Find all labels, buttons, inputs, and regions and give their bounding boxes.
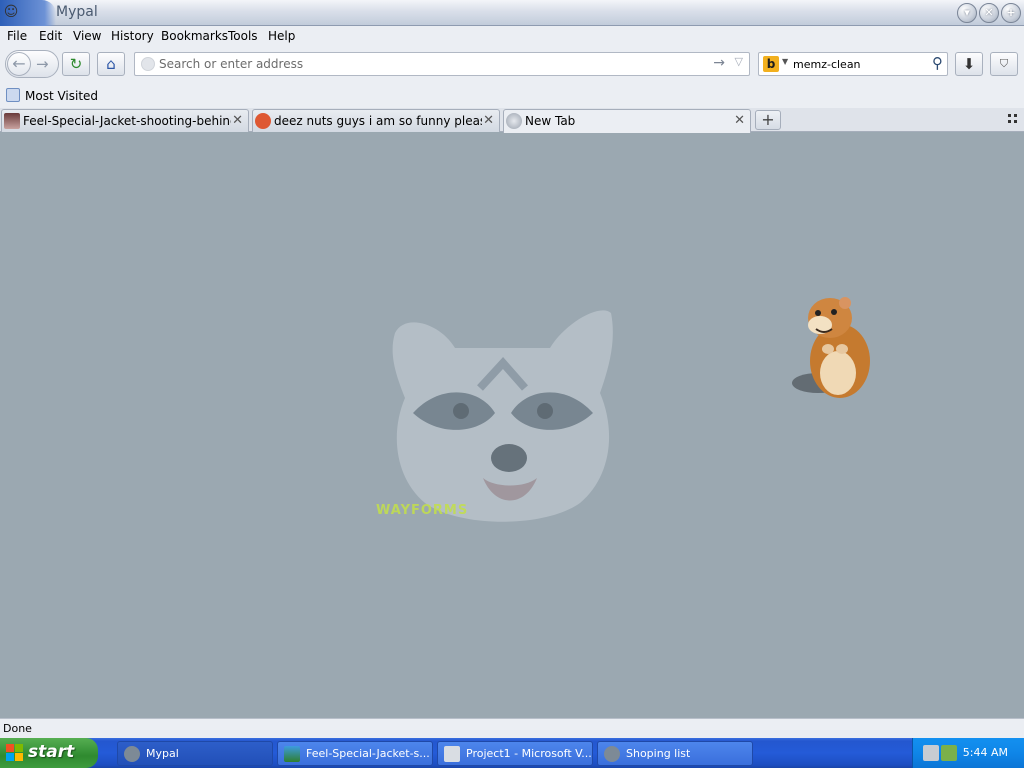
menu-view[interactable]: View bbox=[73, 29, 101, 43]
raccoon-app-icon bbox=[604, 746, 620, 762]
image-viewer-icon bbox=[284, 746, 300, 762]
task-project1[interactable]: Project1 - Microsoft V... bbox=[437, 741, 593, 766]
globe-icon bbox=[506, 113, 522, 129]
windows-taskbar: start Mypal Feel-Special-Jacket-s... Pro… bbox=[0, 738, 1024, 768]
windows-logo-icon bbox=[6, 744, 24, 762]
search-input[interactable] bbox=[793, 56, 923, 72]
status-bar: Done bbox=[0, 718, 1024, 738]
back-forward-group: ← → bbox=[5, 50, 59, 78]
raccoon-face-image bbox=[392, 310, 613, 522]
task-label: Shoping list bbox=[626, 747, 691, 760]
hamster-image bbox=[792, 297, 870, 398]
navigation-toolbar: ← → ↻ ⌂ → ▽ b ▼ ⚲ ⬇ ⛉ bbox=[0, 46, 1024, 84]
minimize-button[interactable]: ▾ bbox=[957, 3, 977, 23]
menu-bookmarks[interactable]: Bookmarks bbox=[161, 29, 228, 43]
visual-basic-icon bbox=[444, 746, 460, 762]
start-button[interactable]: start bbox=[0, 738, 98, 768]
task-label: Feel-Special-Jacket-s... bbox=[306, 747, 430, 760]
history-dropdown-icon[interactable]: ▽ bbox=[735, 55, 743, 68]
ublock-shield-icon[interactable]: ⛉ bbox=[990, 52, 1018, 76]
home-icon[interactable]: ⌂ bbox=[97, 52, 125, 76]
bookmarks-toolbar: Most Visited bbox=[0, 84, 1024, 108]
reload-icon[interactable]: ↻ bbox=[62, 52, 90, 76]
network-icon[interactable] bbox=[923, 745, 939, 761]
menu-help[interactable]: Help bbox=[268, 29, 295, 43]
tab-label: Feel-Special-Jacket-shooting-behind-twic… bbox=[23, 114, 231, 128]
maximize-button[interactable]: + bbox=[1001, 3, 1021, 23]
raccoon-caption: WAYFORMS bbox=[376, 503, 469, 518]
app-icon[interactable]: ☺ bbox=[2, 3, 20, 21]
bookmark-folder-icon bbox=[6, 88, 20, 102]
search-icon[interactable]: ⚲ bbox=[932, 54, 943, 72]
close-button[interactable]: ✕ bbox=[979, 3, 999, 23]
tab-deez-nuts[interactable]: deez nuts guys i am so funny please laug… bbox=[252, 109, 500, 132]
bookmark-most-visited[interactable]: Most Visited bbox=[6, 88, 98, 103]
tab-favicon-image-icon bbox=[4, 113, 20, 129]
back-arrow-icon[interactable]: ← bbox=[7, 52, 31, 76]
chevron-down-icon[interactable]: ▼ bbox=[782, 57, 788, 66]
menu-bar: File Edit View History Bookmarks Tools H… bbox=[0, 26, 1024, 46]
task-mypal[interactable]: Mypal bbox=[117, 741, 273, 766]
go-arrow-icon[interactable]: → bbox=[713, 55, 725, 71]
menu-history[interactable]: History bbox=[111, 29, 154, 43]
system-tray: 5:44 AM bbox=[912, 738, 1024, 768]
close-tab-icon[interactable]: ✕ bbox=[232, 113, 243, 128]
address-bar[interactable]: → ▽ bbox=[134, 52, 750, 76]
title-bar: ☺ Mypal ▾ ✕ + bbox=[0, 0, 1024, 26]
identity-icon[interactable] bbox=[141, 57, 155, 71]
task-label: Project1 - Microsoft V... bbox=[466, 747, 592, 760]
close-tab-icon[interactable]: ✕ bbox=[483, 113, 494, 128]
forward-arrow-icon[interactable]: → bbox=[36, 55, 49, 73]
tab-feel-special[interactable]: Feel-Special-Jacket-shooting-behind-twic… bbox=[1, 109, 249, 132]
bookmark-label: Most Visited bbox=[25, 89, 99, 103]
menu-tools[interactable]: Tools bbox=[228, 29, 258, 43]
task-feel-special[interactable]: Feel-Special-Jacket-s... bbox=[277, 741, 433, 766]
status-text: Done bbox=[3, 722, 32, 735]
address-input[interactable] bbox=[159, 56, 699, 72]
raccoon-app-icon bbox=[124, 746, 140, 762]
tray-app-icon[interactable] bbox=[941, 745, 957, 761]
clock[interactable]: 5:44 AM bbox=[963, 746, 1008, 759]
list-all-tabs-icon[interactable] bbox=[1008, 114, 1018, 124]
task-label: Mypal bbox=[146, 747, 179, 760]
menu-file[interactable]: File bbox=[7, 29, 27, 43]
search-engine-icon[interactable]: b bbox=[763, 56, 779, 72]
tab-label: deez nuts guys i am so funny please laug… bbox=[274, 114, 482, 128]
window-title: Mypal bbox=[56, 4, 98, 20]
page-content[interactable]: WAYFORMS bbox=[0, 133, 1024, 718]
tab-label: New Tab bbox=[525, 114, 576, 128]
new-tab-button[interactable]: + bbox=[755, 110, 781, 130]
tab-strip: Feel-Special-Jacket-shooting-behind-twic… bbox=[0, 108, 1024, 133]
duckduckgo-icon bbox=[255, 113, 271, 129]
task-shoping-list[interactable]: Shoping list bbox=[597, 741, 753, 766]
search-bar[interactable]: b ▼ ⚲ bbox=[758, 52, 948, 76]
close-tab-icon[interactable]: ✕ bbox=[734, 113, 745, 128]
menu-edit[interactable]: Edit bbox=[39, 29, 62, 43]
tab-new-tab[interactable]: New Tab ✕ bbox=[503, 109, 751, 133]
start-label: start bbox=[28, 742, 75, 762]
downloads-icon[interactable]: ⬇ bbox=[955, 52, 983, 76]
